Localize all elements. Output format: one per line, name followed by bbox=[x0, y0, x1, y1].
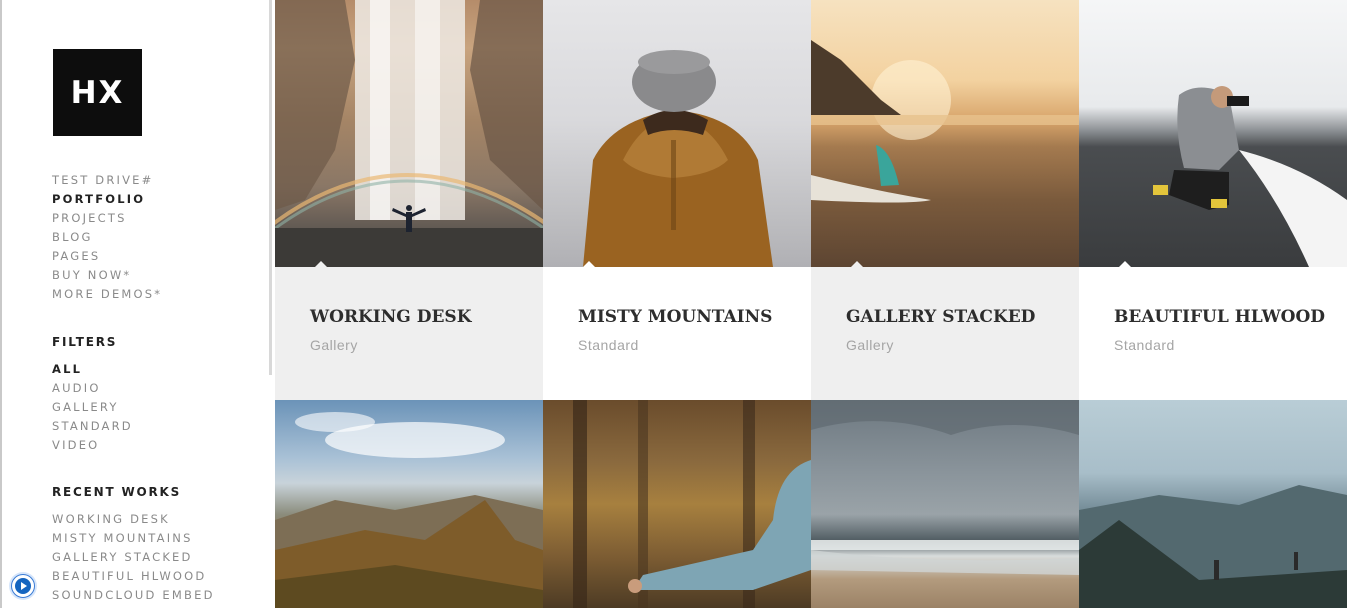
portfolio-category[interactable]: Standard bbox=[578, 337, 639, 353]
play-button[interactable] bbox=[11, 574, 35, 598]
recent-works-heading: RECENT WORKS bbox=[52, 485, 182, 499]
recent-item-gallery-stacked[interactable]: GALLERY STACKED bbox=[52, 549, 215, 568]
portfolio-image-misty[interactable] bbox=[543, 0, 811, 267]
portfolio-title[interactable]: MISTY MOUNTAINS bbox=[578, 307, 772, 327]
portfolio-info: WORKING DESK Gallery bbox=[275, 261, 543, 400]
portfolio-title[interactable]: GALLERY STACKED bbox=[846, 307, 1035, 327]
pointer-arrow bbox=[851, 261, 863, 267]
portfolio-image-waterfall[interactable] bbox=[275, 0, 543, 267]
filter-audio[interactable]: AUDIO bbox=[52, 380, 133, 399]
filter-all[interactable]: ALL bbox=[52, 361, 133, 380]
portfolio-category[interactable]: Gallery bbox=[846, 337, 894, 353]
portfolio-category[interactable]: Gallery bbox=[310, 337, 358, 353]
portfolio-grid: WORKING DESK Gallery MISTY MOUNTAINS Sta… bbox=[275, 0, 1347, 608]
portfolio-category[interactable]: Standard bbox=[1114, 337, 1175, 353]
site-logo[interactable]: HX bbox=[53, 49, 142, 136]
recent-works-list: WORKING DESK MISTY MOUNTAINS GALLERY STA… bbox=[52, 511, 215, 606]
portfolio-info: MISTY MOUNTAINS Standard bbox=[543, 261, 811, 400]
portfolio-image-mountains[interactable] bbox=[275, 400, 543, 608]
portfolio-image-beach[interactable] bbox=[811, 0, 1079, 267]
nav-item-test-drive[interactable]: TEST DRIVE# bbox=[52, 172, 162, 191]
portfolio-title[interactable]: BEAUTIFUL HLWOOD bbox=[1114, 307, 1325, 327]
filter-video[interactable]: VIDEO bbox=[52, 437, 133, 456]
play-icon bbox=[15, 578, 31, 594]
pointer-arrow bbox=[1119, 261, 1131, 267]
portfolio-image-photographer[interactable] bbox=[1079, 0, 1347, 267]
filter-gallery[interactable]: GALLERY bbox=[52, 399, 133, 418]
recent-item-soundcloud-embed[interactable]: SOUNDCLOUD EMBED bbox=[52, 587, 215, 606]
nav-item-projects[interactable]: PROJECTS bbox=[52, 210, 162, 229]
recent-item-misty-mountains[interactable]: MISTY MOUNTAINS bbox=[52, 530, 215, 549]
portfolio-image-forest[interactable] bbox=[543, 400, 811, 608]
main-nav: TEST DRIVE# PORTFOLIO PROJECTS BLOG PAGE… bbox=[52, 172, 162, 305]
recent-item-beautiful-hlwood[interactable]: BEAUTIFUL HLWOOD bbox=[52, 568, 215, 587]
portfolio-info: GALLERY STACKED Gallery bbox=[811, 261, 1079, 400]
pointer-arrow bbox=[583, 261, 595, 267]
filters-list: ALL AUDIO GALLERY STANDARD VIDEO bbox=[52, 361, 133, 456]
nav-item-portfolio[interactable]: PORTFOLIO bbox=[52, 191, 162, 210]
portfolio-image-valley[interactable] bbox=[1079, 400, 1347, 608]
nav-item-buy-now[interactable]: BUY NOW* bbox=[52, 267, 162, 286]
sidebar-scrollbar[interactable] bbox=[269, 0, 272, 375]
portfolio-title[interactable]: WORKING DESK bbox=[310, 307, 471, 327]
filters-heading: FILTERS bbox=[52, 335, 118, 349]
pointer-arrow bbox=[315, 261, 327, 267]
sidebar: HX TEST DRIVE# PORTFOLIO PROJECTS BLOG P… bbox=[2, 0, 270, 608]
nav-item-pages[interactable]: PAGES bbox=[52, 248, 162, 267]
portfolio-info: BEAUTIFUL HLWOOD Standard bbox=[1079, 261, 1347, 400]
nav-item-blog[interactable]: BLOG bbox=[52, 229, 162, 248]
filter-standard[interactable]: STANDARD bbox=[52, 418, 133, 437]
nav-item-more-demos[interactable]: MORE DEMOS* bbox=[52, 286, 162, 305]
portfolio-image-sea[interactable] bbox=[811, 400, 1079, 608]
recent-item-working-desk[interactable]: WORKING DESK bbox=[52, 511, 215, 530]
